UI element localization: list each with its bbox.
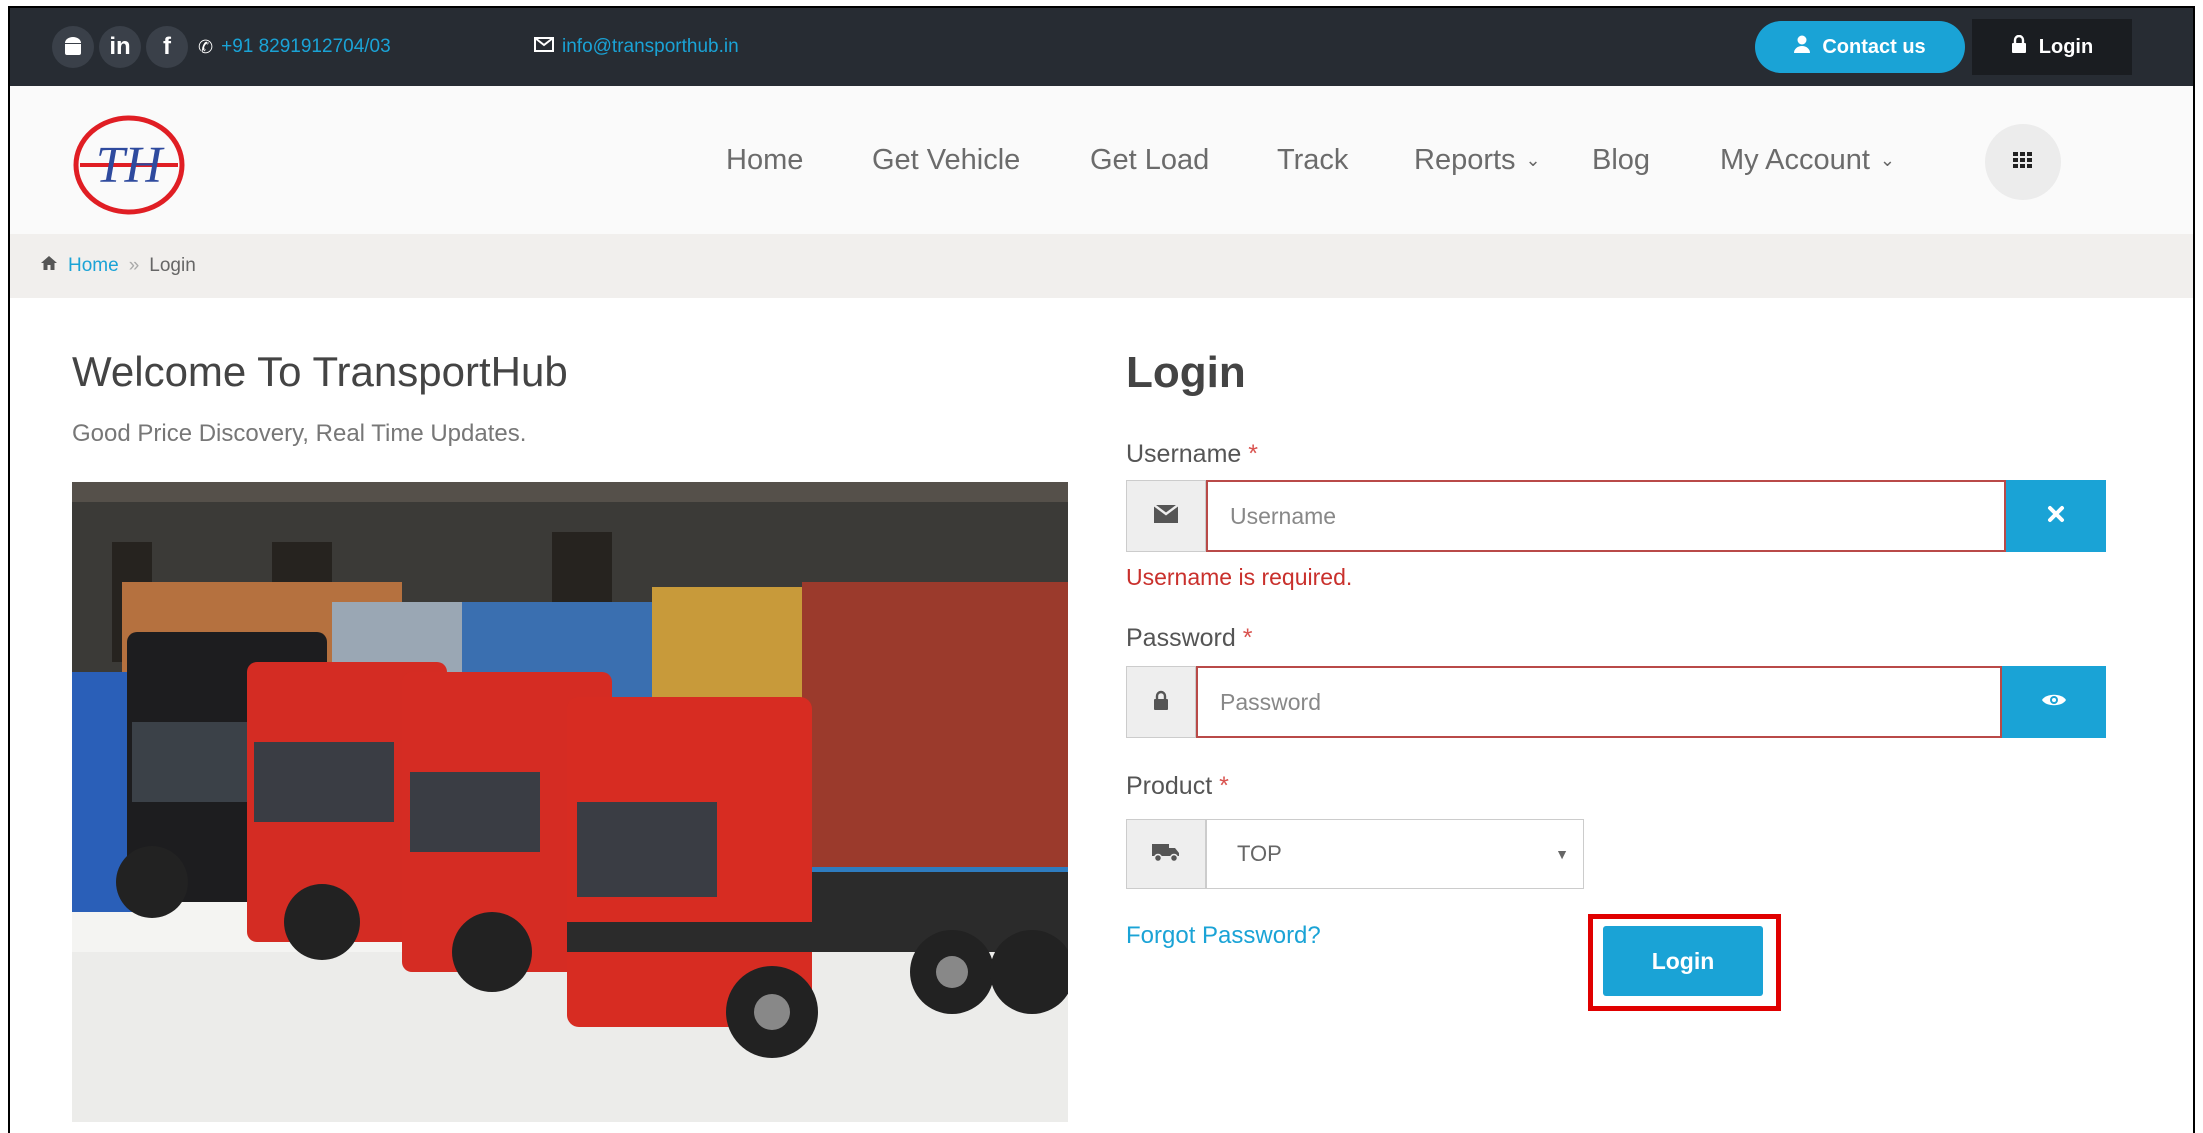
android-icon[interactable] [52, 26, 94, 68]
username-input[interactable]: Username [1206, 480, 2006, 552]
envelope-icon [534, 36, 554, 58]
password-label: Password * [1126, 624, 1252, 653]
phone-number[interactable]: +91 8291912704/03 [221, 36, 391, 58]
required-marker: * [1219, 772, 1229, 800]
required-marker: * [1242, 624, 1253, 652]
nav-my-account[interactable]: My Account ⌄ [1720, 144, 1895, 177]
nav-track[interactable]: Track [1277, 144, 1348, 177]
page-frame: in f ✆ +91 8291912704/03 info@transporth… [8, 6, 2195, 1133]
lock-icon [1153, 690, 1169, 715]
forgot-password-link[interactable]: Forgot Password? [1126, 922, 1321, 950]
contact-us-button[interactable]: Contact us [1755, 21, 1965, 73]
nav-track-label: Track [1277, 144, 1349, 176]
transporthub-logo[interactable]: TH [72, 114, 186, 216]
nav-home[interactable]: Home [726, 144, 803, 177]
chevron-down-icon: ⌄ [1879, 150, 1895, 170]
eye-icon [2041, 692, 2067, 713]
main-nav: TH Home Get Vehicle Get Load Track Repor… [10, 86, 2193, 234]
home-icon [40, 255, 58, 277]
trucks-photo [72, 482, 1074, 1122]
nav-my-account-label: My Account [1720, 144, 1870, 176]
password-addon [1126, 666, 1196, 738]
tagline: Good Price Discovery, Real Time Updates. [72, 420, 527, 447]
envelope-icon [1153, 503, 1179, 529]
apps-menu-button[interactable] [1985, 124, 2061, 200]
email-link[interactable]: info@transporthub.in [534, 36, 739, 58]
chevron-down-icon: ⌄ [1525, 150, 1541, 170]
truck-icon [1152, 842, 1180, 867]
nav-blog-label: Blog [1592, 144, 1651, 176]
product-addon [1126, 819, 1206, 889]
product-label: Product * [1126, 772, 1229, 801]
top-login-button[interactable]: Login [1972, 19, 2132, 75]
product-select[interactable]: TOP ▼ [1206, 819, 1584, 889]
clear-username-button[interactable] [2006, 480, 2106, 552]
breadcrumb: Home » Login [10, 234, 2193, 298]
welcome-heading: Welcome To TransportHub [72, 348, 568, 395]
login-submit-button[interactable]: Login [1603, 926, 1763, 996]
nav-reports-label: Reports [1414, 144, 1516, 176]
password-placeholder: Password [1220, 688, 1321, 715]
nav-blog[interactable]: Blog [1592, 144, 1650, 177]
username-placeholder: Username [1230, 502, 1337, 529]
facebook-icon[interactable]: f [146, 26, 188, 68]
username-addon [1126, 480, 1206, 552]
caret-down-icon: ▼ [1555, 846, 1569, 862]
username-error: Username is required. [1126, 564, 1353, 590]
product-selected-value: TOP [1237, 841, 1282, 866]
breadcrumb-current: Login [149, 255, 196, 276]
lock-icon [2011, 34, 2027, 59]
nav-get-vehicle[interactable]: Get Vehicle [872, 144, 1020, 177]
email-address[interactable]: info@transporthub.in [562, 36, 739, 58]
top-login-label: Login [2038, 35, 2094, 58]
required-marker: * [1248, 440, 1259, 468]
password-label-text: Password [1126, 624, 1236, 652]
breadcrumb-home-link[interactable]: Home [68, 255, 119, 277]
product-label-text: Product [1126, 772, 1213, 800]
contact-us-label: Contact us [1822, 35, 1926, 58]
phone-link[interactable]: ✆ +91 8291912704/03 [198, 36, 391, 58]
username-label: Username * [1126, 440, 1258, 469]
login-heading: Login [1126, 348, 1246, 397]
nav-get-load[interactable]: Get Load [1090, 144, 1209, 177]
nav-get-vehicle-label: Get Vehicle [872, 144, 1021, 176]
password-input[interactable]: Password [1196, 666, 2002, 738]
username-label-text: Username [1126, 440, 1242, 468]
nav-get-load-label: Get Load [1090, 144, 1210, 176]
phone-icon: ✆ [198, 36, 214, 57]
nav-reports[interactable]: Reports ⌄ [1414, 144, 1541, 177]
user-icon [1794, 35, 1811, 59]
grid-icon [2013, 151, 2033, 173]
show-password-button[interactable] [2002, 666, 2106, 738]
logo-letters: TH [96, 137, 165, 194]
nav-home-label: Home [726, 144, 804, 176]
close-icon [2047, 505, 2065, 528]
linkedin-icon[interactable]: in [99, 26, 141, 68]
breadcrumb-separator: » [128, 255, 140, 276]
top-bar: in f ✆ +91 8291912704/03 info@transporth… [10, 8, 2193, 86]
